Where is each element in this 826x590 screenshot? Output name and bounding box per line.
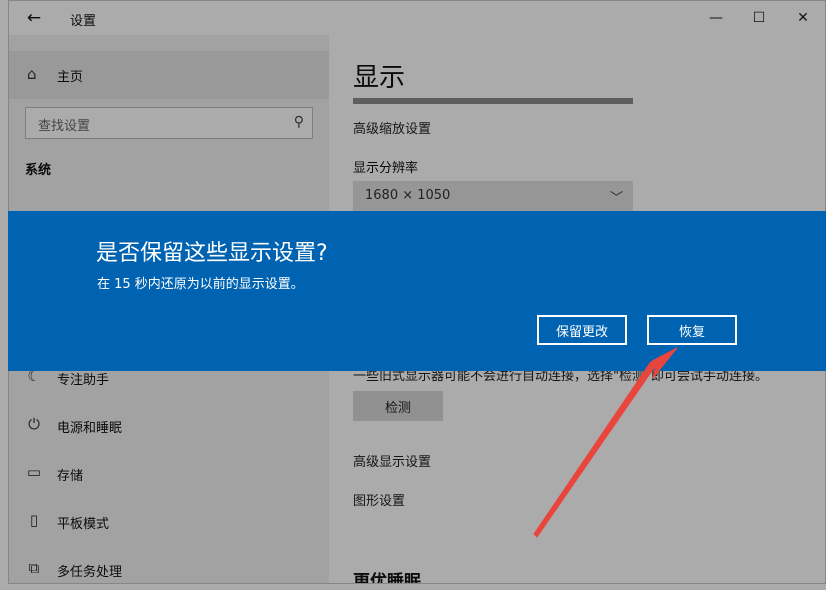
annotation-arrow-shape bbox=[533, 347, 678, 538]
annotation-arrow bbox=[533, 347, 678, 538]
